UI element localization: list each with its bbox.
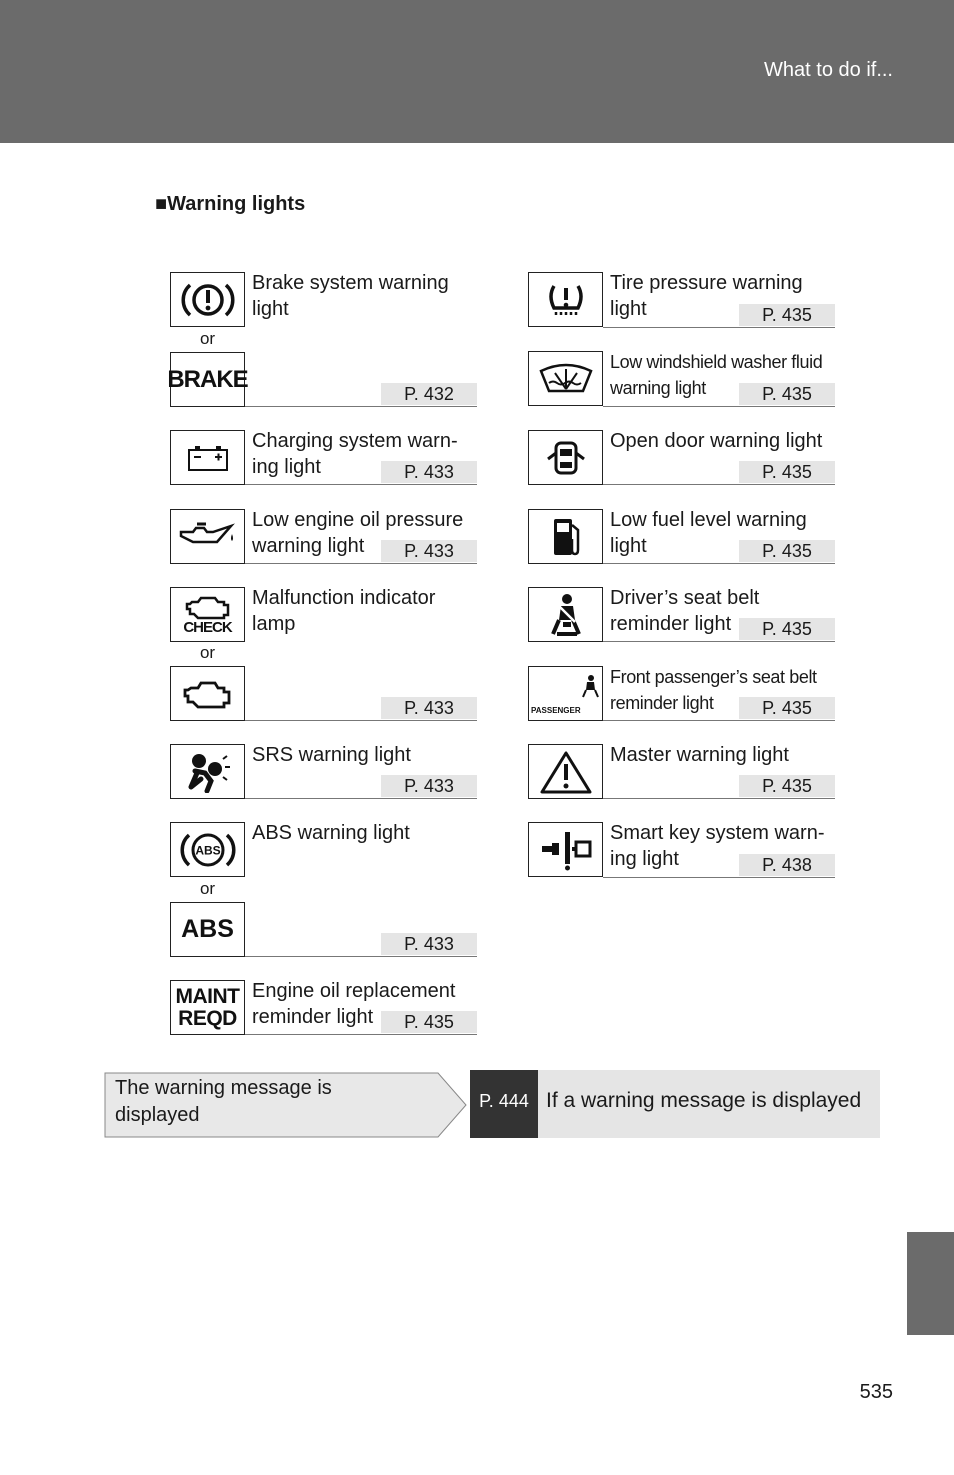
- page-reference[interactable]: P. 438: [739, 854, 835, 876]
- abs-circle-icon: ABS: [170, 822, 245, 877]
- page-reference[interactable]: P. 432: [381, 383, 477, 405]
- battery-icon: [170, 430, 245, 485]
- entry-label: Brake system warning light: [252, 272, 449, 320]
- entry-master-warning: Master warning light P. 435: [528, 744, 835, 799]
- entry-charging: Charging system warn-ing light P. 433: [170, 430, 477, 485]
- fuel-pump-icon: [528, 509, 603, 564]
- page-reference[interactable]: P. 435: [381, 1011, 477, 1033]
- page-reference[interactable]: P. 435: [739, 697, 835, 719]
- entry-tire-pressure: Tire pressure warning light P. 435: [528, 272, 835, 328]
- page-reference[interactable]: P. 435: [739, 461, 835, 483]
- entry-label: ABS warning light: [252, 822, 410, 844]
- entry-label: Master warning light: [610, 744, 789, 766]
- section-title: ■Warning lights: [155, 193, 306, 215]
- passenger-seat-belt-icon: PASSENGER: [528, 666, 603, 721]
- check-engine-icon: CHECK: [170, 587, 245, 642]
- entry-srs: SRS warning light P. 433: [170, 744, 477, 799]
- or-label: or: [199, 329, 216, 348]
- oil-can-icon: [170, 509, 245, 564]
- header-title: What to do if...: [764, 59, 893, 81]
- page-reference[interactable]: P. 433: [381, 775, 477, 797]
- page-reference[interactable]: P. 433: [381, 461, 477, 483]
- brake-circle-icon: [170, 272, 245, 327]
- entry-label: Malfunction indicator lamp: [252, 587, 436, 635]
- open-door-icon: [528, 430, 603, 485]
- entry-malfunction: CHECK or Malfunction indicator lamp P. 4…: [170, 587, 477, 721]
- entry-passenger-seat-belt: PASSENGER Front passenger’s seat belt re…: [528, 666, 835, 721]
- chapter-tab: [907, 1232, 954, 1335]
- entry-open-door: Open door warning light P. 435: [528, 430, 835, 485]
- tire-pressure-icon: [528, 272, 603, 327]
- maint-reqd-icon: MAINT REQD: [170, 980, 245, 1035]
- page-reference[interactable]: P. 435: [739, 775, 835, 797]
- entry-brake: or BRAKE Brake system warning light P. 4…: [167, 272, 477, 407]
- entry-low-fuel: Low fuel level warning light P. 435: [528, 509, 835, 564]
- entry-maint: MAINT REQD Engine oil replacement reminde…: [170, 980, 477, 1035]
- page-reference[interactable]: P. 435: [739, 618, 835, 640]
- svg-text:ABS: ABS: [195, 843, 220, 857]
- page-reference[interactable]: P. 435: [739, 383, 835, 405]
- or-label: or: [199, 643, 216, 662]
- seat-belt-icon: [528, 587, 603, 642]
- washer-fluid-icon: [528, 351, 603, 406]
- airbag-icon: [170, 744, 245, 799]
- or-label: or: [199, 879, 216, 898]
- page-reference[interactable]: P. 433: [381, 540, 477, 562]
- page-number: 535: [859, 1381, 893, 1403]
- page-reference[interactable]: P. 435: [739, 304, 835, 326]
- svg-text:PASSENGER: PASSENGER: [531, 706, 581, 715]
- entry-label: Open door warning light: [610, 430, 823, 452]
- entry-driver-seat-belt: Driver’s seat belt reminder light P. 435: [528, 587, 835, 642]
- entry-label: SRS warning light: [252, 744, 411, 766]
- master-warning-icon: [528, 744, 603, 799]
- condition-text: The warning message is displayed: [115, 1077, 332, 1126]
- page-reference[interactable]: P. 435: [739, 540, 835, 562]
- page-reference[interactable]: P. 433: [381, 933, 477, 955]
- header-bar: What to do if...: [0, 0, 954, 143]
- engine-icon: [170, 666, 245, 721]
- message-page-reference[interactable]: P. 444: [470, 1070, 538, 1138]
- entry-abs: ABS or ABS ABS warning light P. 433: [170, 822, 477, 957]
- warning-message-condition: The warning message is displayed: [104, 1072, 467, 1138]
- entry-washer-fluid: Low windshield washer fluid warning ligh…: [528, 351, 835, 407]
- entry-oil-pressure: Low engine oil pressure warning light P.…: [170, 509, 477, 564]
- brake-text-icon: BRAKE: [167, 352, 249, 407]
- entry-smart-key: Smart key system warn-ing light P. 438: [528, 822, 835, 878]
- abs-text-icon: ABS: [170, 902, 245, 957]
- smart-key-icon: [528, 822, 603, 877]
- page-reference[interactable]: P. 433: [381, 697, 477, 719]
- message-action: If a warning message is displayed: [538, 1070, 880, 1138]
